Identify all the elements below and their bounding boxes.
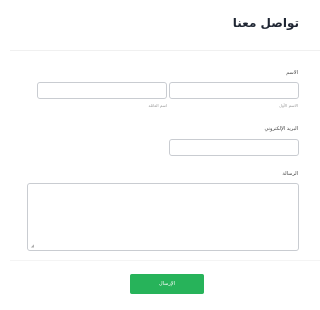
divider bbox=[10, 260, 320, 261]
page-title: تواصل معنا bbox=[232, 16, 299, 30]
resize-handle-icon[interactable]: ◢ bbox=[30, 244, 34, 248]
submit-button[interactable]: الإرسال bbox=[130, 274, 204, 294]
last-name-sublabel: اسم العائلة bbox=[148, 103, 167, 108]
email-input[interactable] bbox=[169, 139, 299, 156]
contact-form-page: تواصل معنا الاسم الاسم الأول اسم العائلة… bbox=[10, 0, 320, 310]
email-label: البريد الإلكتروني bbox=[264, 126, 298, 132]
form-header: تواصل معنا bbox=[10, 0, 320, 51]
first-name-input[interactable] bbox=[169, 82, 299, 99]
message-label: الرسالة bbox=[282, 171, 298, 177]
name-label: الاسم bbox=[286, 70, 298, 76]
last-name-input[interactable] bbox=[37, 82, 167, 99]
message-textarea[interactable] bbox=[27, 183, 299, 251]
first-name-sublabel: الاسم الأول bbox=[279, 103, 298, 108]
